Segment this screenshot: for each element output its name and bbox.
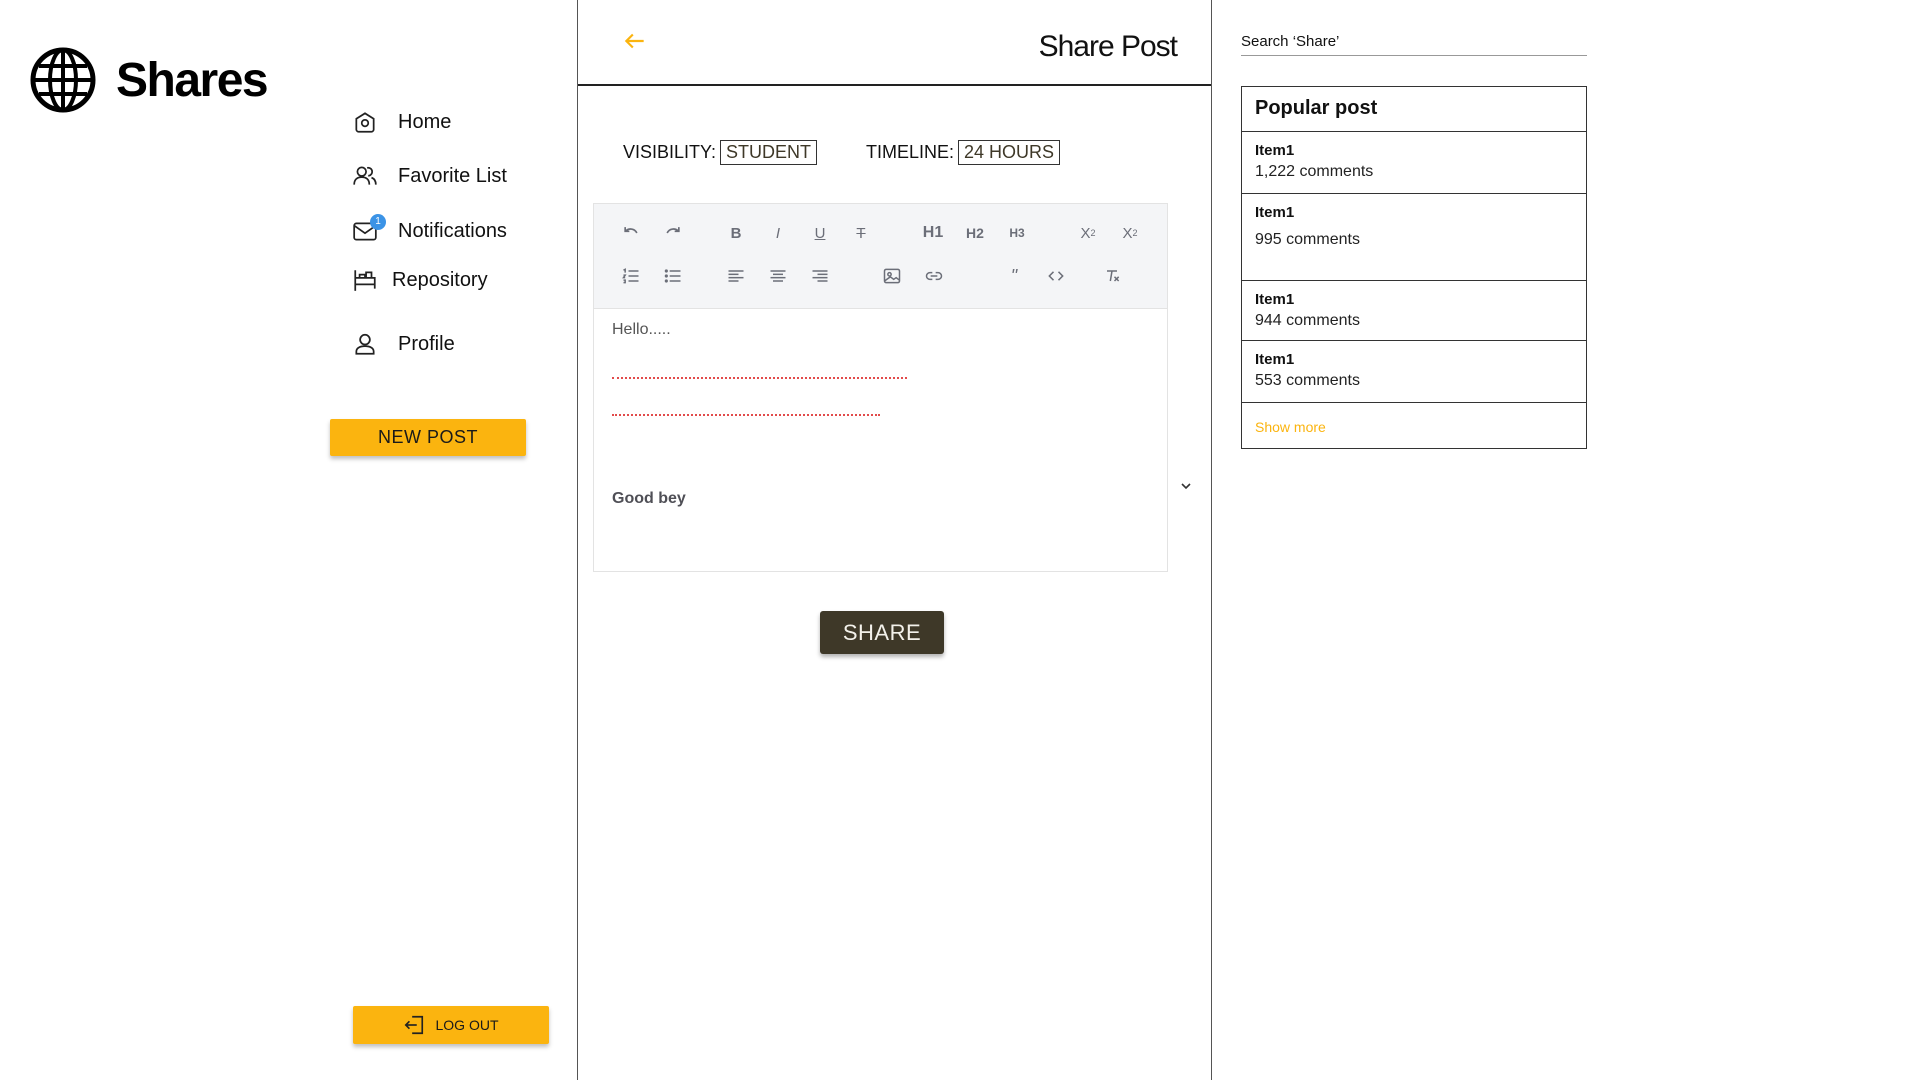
sidebar-item-profile[interactable]: Profile — [350, 324, 455, 364]
editor-text-line: Good bey — [612, 490, 686, 507]
ordered-list-icon[interactable] — [618, 263, 644, 289]
spellcheck-underline — [612, 408, 880, 416]
visibility-label: VISIBILITY: — [623, 142, 717, 162]
logout-icon — [405, 1015, 424, 1035]
editor-toolbar: B I U T H1 H2 H3 X2 X2 " — [594, 204, 1167, 309]
sidebar-item-label: Profile — [398, 332, 455, 355]
sidebar-item-label: Notifications — [398, 219, 507, 242]
brand-logo[interactable]: Shares — [30, 42, 269, 118]
logout-label: LOG OUT — [435, 1017, 499, 1033]
logout-button[interactable]: LOG OUT — [353, 1006, 549, 1044]
align-right-icon[interactable] — [807, 263, 833, 289]
sidebar-item-label: Repository — [392, 268, 488, 291]
subscript-button[interactable]: X2 — [1075, 220, 1101, 246]
italic-button[interactable]: I — [765, 220, 791, 246]
post-comments: 944 comments — [1255, 312, 1360, 329]
align-left-icon[interactable] — [723, 263, 749, 289]
share-button[interactable]: SHARE — [820, 611, 944, 654]
bullet-list-icon[interactable] — [660, 263, 686, 289]
sidebar-item-repository[interactable]: Repository — [350, 260, 488, 300]
image-icon[interactable] — [879, 263, 905, 289]
timeline-setting: TIMELINE: 24 HOURS — [866, 140, 1061, 165]
search-input[interactable] — [1241, 28, 1587, 56]
show-more-link[interactable]: Show more — [1242, 403, 1586, 448]
list-item[interactable]: Item1 995 comments — [1242, 194, 1586, 281]
rich-text-editor: B I U T H1 H2 H3 X2 X2 " Hello..... Good… — [593, 203, 1168, 572]
visibility-setting: VISIBILITY: STUDENT — [623, 140, 818, 165]
align-center-icon[interactable] — [765, 263, 791, 289]
post-title: Item1 — [1255, 291, 1295, 308]
post-title: Item1 — [1255, 204, 1295, 221]
column-divider-left — [577, 0, 578, 1080]
spellcheck-underline — [612, 371, 907, 379]
visibility-select[interactable]: STUDENT — [720, 140, 818, 165]
quote-icon[interactable]: " — [1001, 263, 1027, 289]
column-divider-right — [1211, 0, 1212, 1080]
sidebar-item-notifications[interactable]: 1 Notifications — [350, 211, 507, 251]
sidebar-item-label: Home — [398, 110, 452, 133]
list-item[interactable]: Item1 553 comments — [1242, 341, 1586, 403]
timeline-label: TIMELINE: — [866, 142, 955, 162]
users-icon — [350, 161, 380, 191]
sidebar-item-label: Favorite List — [398, 164, 507, 187]
globe-icon — [30, 47, 96, 113]
heading1-button[interactable]: H1 — [920, 220, 946, 246]
post-comments: 553 comments — [1255, 372, 1360, 389]
post-title: Item1 — [1255, 142, 1295, 159]
strikethrough-button[interactable]: T — [848, 220, 874, 246]
redo-icon[interactable] — [660, 220, 686, 246]
popular-posts-panel: Popular post Item1 1,222 comments Item1 … — [1241, 86, 1587, 449]
brand-name: Shares — [116, 53, 269, 107]
bold-button[interactable]: B — [723, 220, 749, 246]
underline-button[interactable]: U — [807, 220, 833, 246]
superscript-button[interactable]: X2 — [1117, 220, 1143, 246]
undo-icon[interactable] — [618, 220, 644, 246]
list-item[interactable]: Item1 1,222 comments — [1242, 132, 1586, 194]
editor-content[interactable]: Hello..... Good bey — [594, 309, 1167, 571]
chevron-down-icon[interactable] — [1178, 478, 1194, 494]
new-post-button[interactable]: NEW POST — [330, 419, 526, 456]
post-comments: 995 comments — [1255, 231, 1360, 248]
home-icon — [350, 107, 380, 137]
timeline-select[interactable]: 24 HOURS — [958, 140, 1061, 165]
sidebar-item-favorite-list[interactable]: Favorite List — [350, 156, 507, 196]
notification-badge: 1 — [370, 214, 386, 230]
post-comments: 1,222 comments — [1255, 163, 1374, 180]
back-arrow-icon[interactable] — [622, 28, 648, 54]
list-item[interactable]: Item1 944 comments — [1242, 281, 1586, 341]
heading2-button[interactable]: H2 — [962, 220, 988, 246]
clear-format-icon[interactable] — [1099, 263, 1125, 289]
code-icon[interactable] — [1043, 263, 1069, 289]
link-icon[interactable] — [921, 263, 947, 289]
editor-text-line: Hello..... — [612, 321, 671, 338]
sidebar-item-home[interactable]: Home — [350, 102, 451, 142]
repository-icon — [350, 265, 380, 295]
page-title: Share Post — [1038, 30, 1178, 63]
popular-posts-title: Popular post — [1242, 87, 1586, 132]
heading3-button[interactable]: H3 — [1004, 220, 1030, 246]
post-title: Item1 — [1255, 351, 1295, 368]
mail-icon: 1 — [350, 214, 386, 246]
user-icon — [350, 329, 380, 359]
page-header: Share Post — [578, 0, 1211, 86]
